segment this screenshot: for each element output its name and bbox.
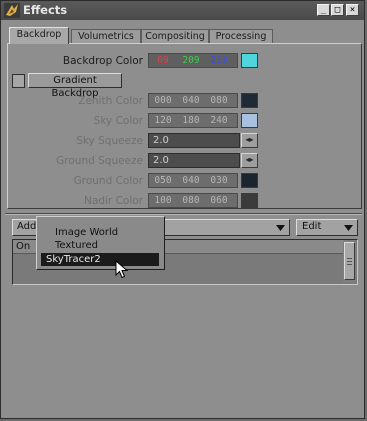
gradient-backdrop-button[interactable]: Gradient Backdrop xyxy=(28,73,122,99)
sky-squeeze-stepper[interactable]: ◂▸ xyxy=(241,133,258,148)
zenith-color-r[interactable]: 000 xyxy=(149,94,177,107)
nadir-color-r[interactable]: 100 xyxy=(149,194,177,207)
ground-color-b[interactable]: 030 xyxy=(205,174,233,187)
backdrop-color-label: Backdrop Color xyxy=(62,55,143,67)
ground-color-r[interactable]: 050 xyxy=(149,174,177,187)
edit-dropdown[interactable]: Edit xyxy=(296,219,358,236)
grip-line xyxy=(347,264,352,265)
nadir-color-b[interactable]: 060 xyxy=(205,194,233,207)
sky-color-swatch[interactable] xyxy=(241,113,258,128)
menu-item-skytracer2[interactable]: SkyTracer2 xyxy=(41,253,159,266)
sky-color-r[interactable]: 120 xyxy=(149,114,177,127)
backdrop-color-b[interactable]: 219 xyxy=(205,54,233,67)
grip-line xyxy=(347,261,352,262)
zenith-color-g[interactable]: 040 xyxy=(177,94,205,107)
chevron-down-icon xyxy=(344,225,353,231)
sky-squeeze-input[interactable]: 2.0 xyxy=(148,133,240,148)
chevron-down-icon xyxy=(276,225,285,231)
sky-color-label: Sky Color xyxy=(93,115,143,127)
ground-color-label: Ground Color xyxy=(73,175,143,187)
title-bar[interactable]: Effects _ □ × xyxy=(1,1,364,20)
scrollbar-thumb[interactable] xyxy=(344,242,355,280)
tab-bar: Backdrop Volumetrics Compositing Process… xyxy=(7,27,362,44)
sky-color-field[interactable]: 120 180 240 xyxy=(148,113,238,128)
app-icon xyxy=(4,3,20,18)
sky-color-b[interactable]: 240 xyxy=(205,114,233,127)
nadir-color-label: Nadir Color xyxy=(84,195,143,207)
ground-squeeze-stepper[interactable]: ◂▸ xyxy=(241,153,258,168)
sky-color-g[interactable]: 180 xyxy=(177,114,205,127)
grip-line xyxy=(347,258,352,259)
edit-dropdown-label: Edit xyxy=(302,221,322,232)
sky-squeeze-label: Sky Squeeze xyxy=(76,135,143,147)
close-button[interactable]: × xyxy=(346,4,359,16)
window-title: Effects xyxy=(23,3,68,17)
zenith-color-label: Zenith Color xyxy=(78,95,143,107)
maximize-button[interactable]: □ xyxy=(331,4,344,16)
nadir-color-field[interactable]: 100 080 060 xyxy=(148,193,238,208)
menu-item-image-world[interactable]: Image World xyxy=(38,226,163,239)
tab-compositing[interactable]: Compositing xyxy=(141,29,209,43)
nadir-color-g[interactable]: 080 xyxy=(177,194,205,207)
add-dropdown-label: Add xyxy=(17,221,37,232)
backdrop-color-field[interactable]: 09 209 219 xyxy=(148,53,238,68)
tab-processing[interactable]: Processing xyxy=(209,29,273,43)
nadir-color-swatch[interactable] xyxy=(241,193,258,208)
menu-item-textured-environment[interactable]: Textured Environment xyxy=(38,239,163,264)
ground-squeeze-label: Ground Squeeze xyxy=(56,155,143,167)
minimize-button[interactable]: _ xyxy=(317,4,330,16)
effects-window: Effects _ □ × Backdrop Volumetrics Compo… xyxy=(0,0,365,419)
ground-color-g[interactable]: 040 xyxy=(177,174,205,187)
divider xyxy=(5,213,362,215)
ground-squeeze-input[interactable]: 2.0 xyxy=(148,153,240,168)
zenith-color-field[interactable]: 000 040 080 xyxy=(148,93,238,108)
tab-backdrop[interactable]: Backdrop xyxy=(9,27,69,44)
ground-color-field[interactable]: 050 040 030 xyxy=(148,173,238,188)
ground-color-swatch[interactable] xyxy=(241,173,258,188)
zenith-color-swatch[interactable] xyxy=(241,93,258,108)
backdrop-color-g[interactable]: 209 xyxy=(177,54,205,67)
add-effect-popup-menu: Image World Textured Environment SkyTrac… xyxy=(36,216,165,270)
list-scrollbar[interactable] xyxy=(343,241,356,283)
tab-volumetrics[interactable]: Volumetrics xyxy=(71,29,141,43)
zenith-color-b[interactable]: 080 xyxy=(205,94,233,107)
mouse-cursor-icon xyxy=(115,260,129,279)
on-column-header[interactable]: On xyxy=(16,241,30,252)
gradient-backdrop-checkbox[interactable] xyxy=(12,74,25,88)
backdrop-color-swatch[interactable] xyxy=(241,53,258,68)
backdrop-color-r[interactable]: 09 xyxy=(149,54,177,67)
